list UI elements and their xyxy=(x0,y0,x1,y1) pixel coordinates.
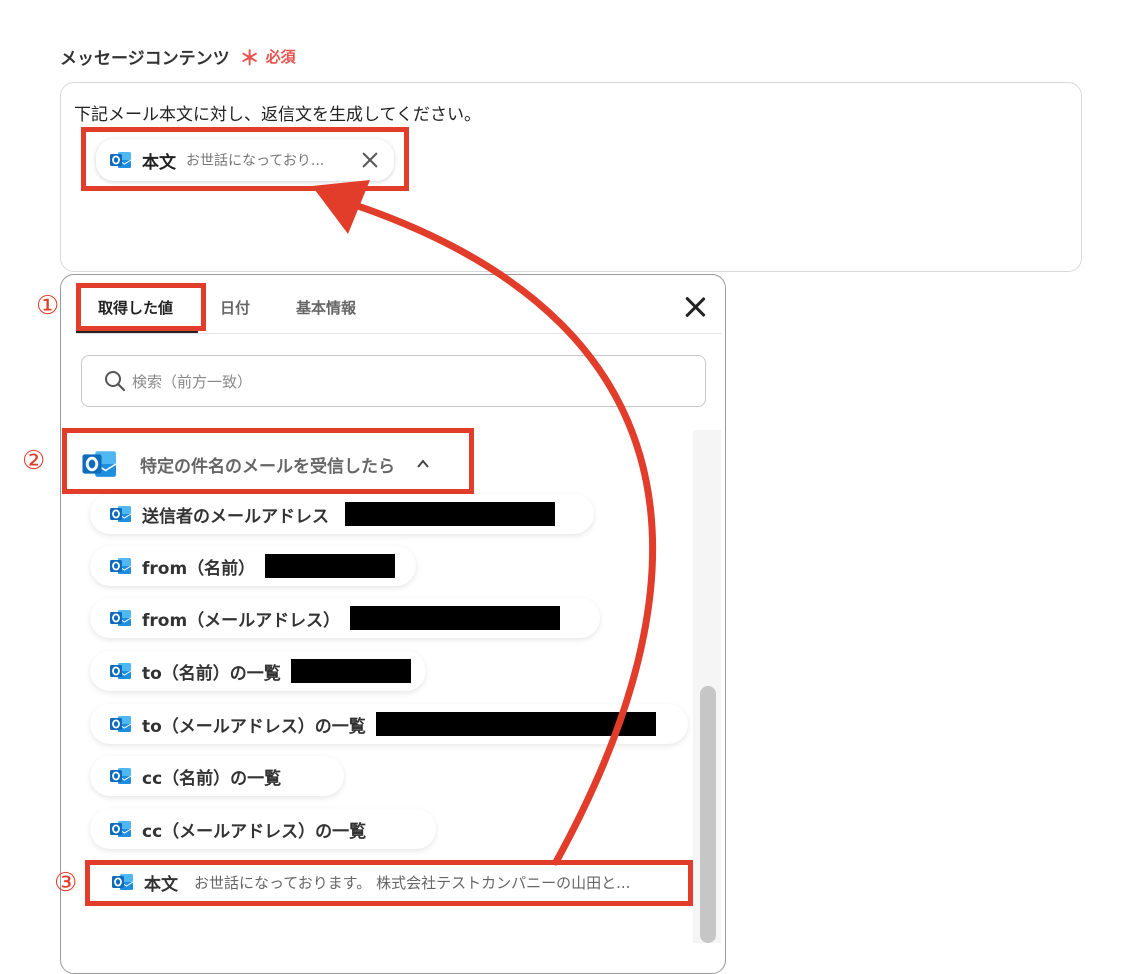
outlook-icon xyxy=(110,556,132,576)
group-title: 特定の件名のメールを受信したら xyxy=(140,456,395,477)
outlook-icon xyxy=(110,150,132,170)
list-item[interactable]: cc（メールアドレス）の一覧 xyxy=(90,809,436,849)
tab-basic-info[interactable]: 基本情報 xyxy=(296,290,356,324)
tab-date[interactable]: 日付 xyxy=(220,290,250,324)
list-item[interactable]: to（メールアドレス）の一覧 xyxy=(90,704,688,744)
body-list-item[interactable]: 本文 お世話になっております。 株式会社テストカンパニーの山田と... xyxy=(96,866,682,898)
field-label: メッセージコンテンツ xyxy=(60,48,230,69)
step-3-marker: ③ xyxy=(54,868,78,898)
scrollbar-thumb[interactable] xyxy=(700,686,716,943)
inserted-variable-chip[interactable]: 本文 お世話になっており... xyxy=(96,139,394,181)
field-label-row: メッセージコンテンツ ＊ 必須 xyxy=(60,44,296,70)
redaction-bar xyxy=(290,659,411,683)
editor-text: 下記メール本文に対し、返信文を生成してください。 xyxy=(74,105,481,125)
search-icon xyxy=(105,371,126,392)
outlook-icon xyxy=(110,819,132,839)
outlook-icon xyxy=(112,872,134,892)
outlook-icon xyxy=(110,608,132,628)
tabs-divider xyxy=(76,333,722,334)
outlook-icon xyxy=(82,448,118,480)
item-label: cc（メールアドレス）の一覧 xyxy=(142,821,367,842)
redaction-bar xyxy=(350,606,561,630)
outlook-icon xyxy=(110,766,132,786)
search-input[interactable]: 検索（前方一致） xyxy=(81,355,706,407)
required-star: ＊ xyxy=(239,45,260,70)
item-label: cc（名前）の一覧 xyxy=(142,768,282,789)
list-item[interactable]: from（名前） xyxy=(90,546,416,586)
tab-acquired-values[interactable]: 取得した値 xyxy=(98,290,173,324)
list-item[interactable]: 送信者のメールアドレス xyxy=(90,494,594,534)
redaction-bar xyxy=(345,502,555,526)
chevron-up-icon[interactable] xyxy=(417,458,429,470)
panel-tabs: 取得した値 日付 基本情報 xyxy=(60,290,726,334)
item-label: from（名前） xyxy=(142,558,256,579)
outlook-icon xyxy=(110,714,132,734)
item-label: from（メールアドレス） xyxy=(142,610,341,631)
item-label: to（名前）の一覧 xyxy=(142,663,281,684)
required-text: 必須 xyxy=(265,47,296,66)
list-item[interactable]: from（メールアドレス） xyxy=(90,598,600,638)
chip-preview: お世話になっており... xyxy=(186,153,325,169)
trigger-group-header[interactable]: 特定の件名のメールを受信したら xyxy=(82,440,429,488)
item-label: 送信者のメールアドレス xyxy=(142,506,329,527)
remove-chip-icon[interactable] xyxy=(360,150,380,170)
list-item[interactable]: cc（名前）の一覧 xyxy=(90,756,344,796)
outlook-icon xyxy=(110,661,132,681)
step-1-marker: ① xyxy=(36,291,60,321)
redaction-bar xyxy=(265,554,396,578)
body-item-preview: お世話になっております。 株式会社テストカンパニーの山田と... xyxy=(194,873,631,892)
step-2-marker: ② xyxy=(22,446,46,476)
chip-label: 本文 xyxy=(142,152,176,173)
item-label: to（メールアドレス）の一覧 xyxy=(142,716,366,737)
outlook-icon xyxy=(110,504,132,524)
body-item-head: 本文 xyxy=(112,870,178,895)
close-icon[interactable] xyxy=(683,295,707,319)
search-placeholder: 検索（前方一致） xyxy=(132,372,253,391)
body-item-label: 本文 xyxy=(144,874,178,895)
list-item[interactable]: to（名前）の一覧 xyxy=(90,651,426,691)
redaction-bar xyxy=(375,712,656,736)
